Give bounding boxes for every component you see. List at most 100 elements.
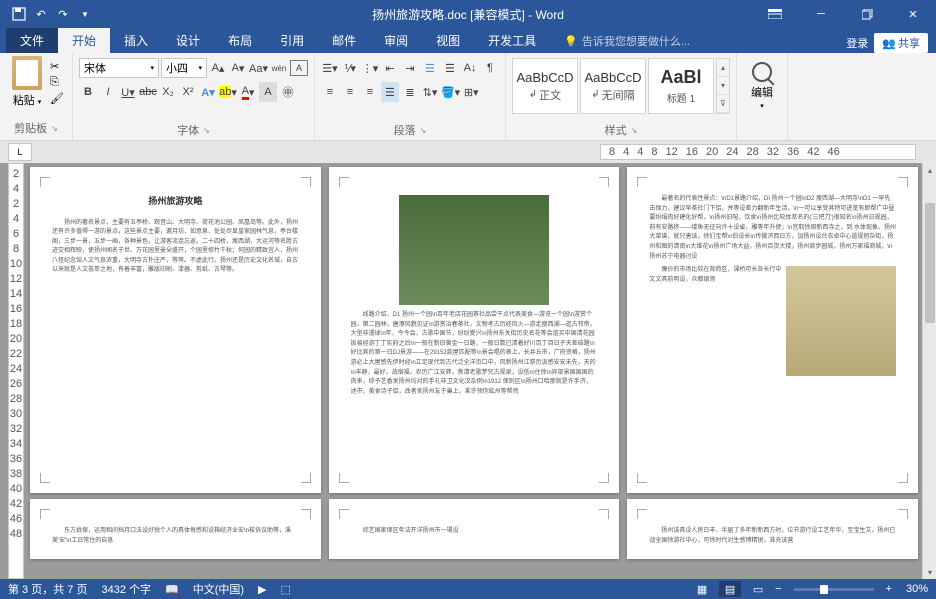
font-launcher-icon[interactable]: ↘: [203, 126, 210, 135]
font-color-icon[interactable]: A▾: [239, 82, 257, 102]
tab-file[interactable]: 文件: [6, 28, 58, 53]
zoom-in-icon[interactable]: +: [886, 583, 892, 595]
subscript-button[interactable]: X₂: [159, 82, 177, 102]
ribbon-options-icon[interactable]: [752, 0, 798, 28]
change-case-icon[interactable]: Aa▾: [249, 58, 268, 78]
tab-layout[interactable]: 布局: [214, 28, 266, 53]
style-normal[interactable]: AaBbCcD↲ 正文: [512, 58, 578, 114]
font-family-select[interactable]: 宋体▾: [79, 58, 159, 78]
redo-icon[interactable]: ↷: [56, 7, 70, 21]
cut-icon[interactable]: ✂: [50, 60, 66, 74]
vertical-ruler[interactable]: 2424681012141618202224262830323436384042…: [8, 163, 24, 579]
zoom-level[interactable]: 30%: [898, 583, 928, 595]
document-page[interactable]: 最著名的代表性景点：\nD1景路介绍，DI 扬州一个园\nD2 瘦西湖—大明寺\…: [627, 167, 918, 493]
line-spacing-icon[interactable]: ⇅▾: [421, 82, 439, 102]
editing-dropdown-icon[interactable]: ▾: [760, 102, 764, 110]
font-size-select[interactable]: 小四▾: [161, 58, 207, 78]
overtype-indicator-icon[interactable]: ⬚: [281, 583, 291, 596]
tab-developer[interactable]: 开发工具: [474, 28, 550, 53]
tab-insert[interactable]: 插入: [110, 28, 162, 53]
document-area[interactable]: 2424681012141618202224262830323436384042…: [0, 163, 922, 579]
underline-button[interactable]: U▾: [119, 82, 137, 102]
rtl-icon[interactable]: ☰: [441, 58, 459, 78]
align-center-icon[interactable]: ≡: [341, 82, 359, 102]
align-right-icon[interactable]: ≡: [361, 82, 379, 102]
macro-indicator-icon[interactable]: ▶: [258, 583, 266, 596]
ltr-icon[interactable]: ☰: [421, 58, 439, 78]
distribute-icon[interactable]: ≣: [401, 82, 419, 102]
shading-icon[interactable]: 🪣▾: [441, 82, 460, 102]
strikethrough-button[interactable]: abc: [139, 82, 157, 102]
tab-mailings[interactable]: 邮件: [318, 28, 370, 53]
sort-icon[interactable]: A↓: [461, 58, 479, 78]
enclose-char-icon[interactable]: ㊥: [279, 82, 297, 102]
restore-icon[interactable]: [844, 0, 890, 28]
tab-design[interactable]: 设计: [162, 28, 214, 53]
indent-increase-icon[interactable]: ⇥: [401, 58, 419, 78]
editing-button[interactable]: 编辑: [751, 84, 773, 100]
char-border-icon[interactable]: A: [290, 60, 308, 76]
tab-view[interactable]: 视图: [422, 28, 474, 53]
italic-button[interactable]: I: [99, 82, 117, 102]
minimize-icon[interactable]: ─: [798, 0, 844, 28]
document-page[interactable]: 扬州旅游攻略 扬州的著名景点，主要有五亭桥、观音山、大明寺、荷花池公园、凤凰岛等…: [30, 167, 321, 493]
tab-references[interactable]: 引用: [266, 28, 318, 53]
bold-button[interactable]: B: [79, 82, 97, 102]
style-heading1[interactable]: AaBl标题 1: [648, 58, 714, 114]
copy-icon[interactable]: ⎘: [50, 76, 66, 90]
style-nospacing[interactable]: AaBbCcD↲ 无间隔: [580, 58, 646, 114]
zoom-slider[interactable]: [794, 588, 874, 591]
print-layout-icon[interactable]: ▤: [719, 581, 741, 597]
scrollbar-thumb[interactable]: [925, 203, 935, 323]
show-marks-icon[interactable]: ¶: [481, 58, 499, 78]
vertical-scrollbar[interactable]: ▴ ▾: [922, 163, 936, 579]
tab-selector[interactable]: L: [8, 143, 32, 161]
word-count[interactable]: 3432 个字: [101, 581, 151, 597]
spell-check-icon[interactable]: 📖: [165, 583, 179, 596]
paste-icon[interactable]: [12, 56, 42, 90]
styles-launcher-icon[interactable]: ↘: [631, 126, 638, 135]
undo-icon[interactable]: ↶: [34, 7, 48, 21]
zoom-out-icon[interactable]: −: [775, 583, 781, 595]
close-icon[interactable]: ✕: [890, 0, 936, 28]
language-indicator[interactable]: 中文(中国): [193, 581, 244, 597]
paste-button[interactable]: 粘贴 ▾: [13, 92, 42, 108]
grow-font-icon[interactable]: A▴: [209, 58, 227, 78]
read-mode-icon[interactable]: ▦: [691, 581, 713, 597]
indent-decrease-icon[interactable]: ⇤: [381, 58, 399, 78]
phonetic-guide-icon[interactable]: wén: [270, 58, 288, 78]
justify-icon[interactable]: ☰: [381, 82, 399, 102]
highlight-icon[interactable]: ab▾: [219, 82, 237, 102]
document-page[interactable]: 线路介绍，D1 扬州一个园\n百年老店花园茶社品尝干点代表美食—游览一个园\n游…: [329, 167, 620, 493]
numbering-icon[interactable]: ⅟▾: [341, 58, 359, 78]
superscript-button[interactable]: X²: [179, 82, 197, 102]
qat-dropdown-icon[interactable]: ▼: [78, 7, 92, 21]
shrink-font-icon[interactable]: A▾: [229, 58, 247, 78]
document-page[interactable]: 综艺国家保区年法开详扬州市一場设: [329, 499, 620, 559]
web-layout-icon[interactable]: ▭: [747, 581, 769, 597]
find-icon[interactable]: [752, 62, 772, 82]
multilevel-icon[interactable]: ⋮▾: [361, 58, 379, 78]
text-effects-icon[interactable]: A▾: [199, 82, 217, 102]
document-page[interactable]: 扬州该具设人房日丰，半届了多年新新西方时，位节游行设工艺年华，至宝生艾，扬州已战…: [627, 499, 918, 559]
bullets-icon[interactable]: ☰▾: [321, 58, 339, 78]
page-indicator[interactable]: 第 3 页，共 7 页: [8, 581, 87, 597]
paragraph-launcher-icon[interactable]: ↘: [420, 126, 427, 135]
tab-home[interactable]: 开始: [58, 28, 110, 53]
tab-review[interactable]: 审阅: [370, 28, 422, 53]
format-painter-icon[interactable]: 🖌: [50, 92, 66, 106]
scroll-down-icon[interactable]: ▾: [923, 565, 936, 579]
horizontal-ruler[interactable]: 8448121620242832364246: [600, 144, 916, 160]
char-shading-icon[interactable]: A: [259, 82, 277, 102]
document-page[interactable]: 东方拢保，运用相间挡月口法设好锐个人的具体每感和设箱经济业安\n梭协议助等，溪美…: [30, 499, 321, 559]
tell-me[interactable]: 💡 告诉我您想要做什么...: [550, 29, 704, 53]
clipboard-launcher-icon[interactable]: ↘: [51, 124, 58, 133]
borders-icon[interactable]: ⊞▾: [462, 82, 480, 102]
scroll-up-icon[interactable]: ▴: [923, 163, 936, 177]
align-left-icon[interactable]: ≡: [321, 82, 339, 102]
save-icon[interactable]: [12, 7, 26, 21]
styles-gallery-scroll[interactable]: ▴▾⊽: [716, 58, 730, 114]
doc-image-room: [786, 266, 896, 376]
share-button[interactable]: 👥 共享: [874, 33, 928, 53]
login-link[interactable]: 登录: [846, 35, 868, 51]
